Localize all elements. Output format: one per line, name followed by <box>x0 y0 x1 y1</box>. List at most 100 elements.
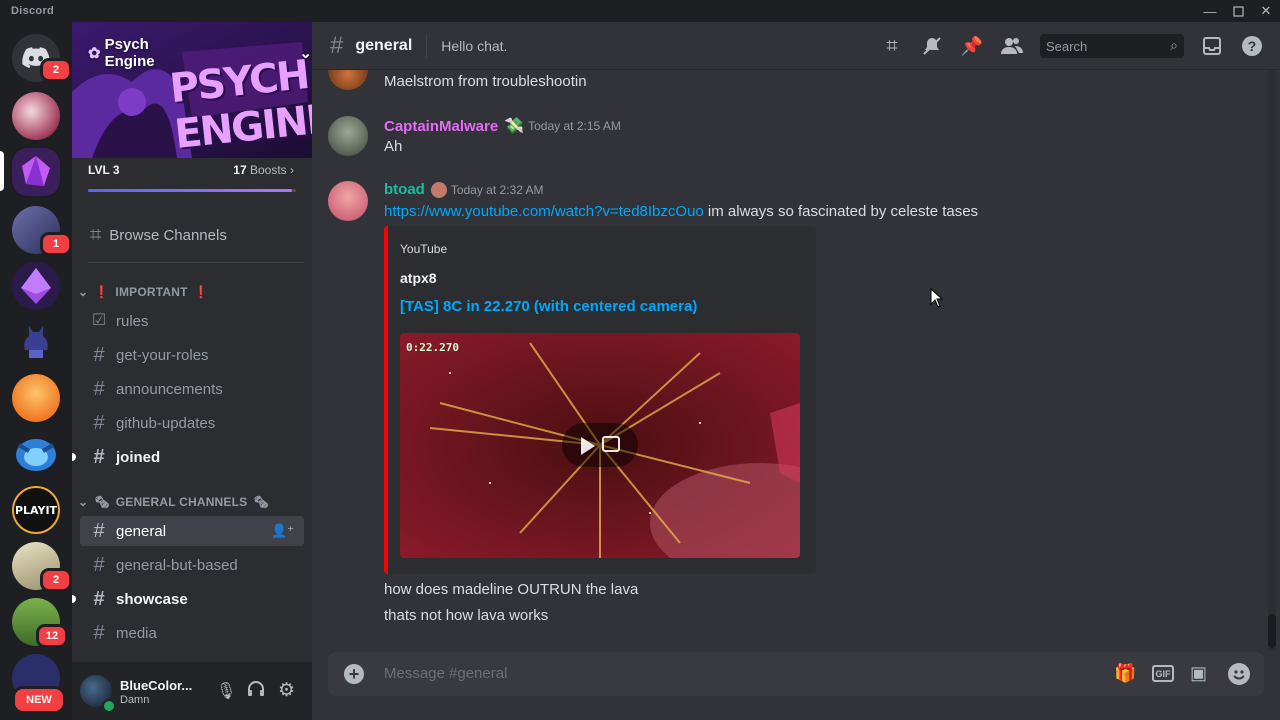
channel-label: rules <box>116 312 149 330</box>
unread-indicator <box>72 453 76 461</box>
emoji-icon[interactable] <box>1228 663 1250 685</box>
message-text: Ah <box>384 138 403 155</box>
hash-icon: # <box>93 588 105 610</box>
browse-channels-button[interactable]: ⌗ Browse Channels <box>80 220 304 250</box>
embed-provider[interactable]: YouTube <box>400 242 447 256</box>
message-text: how does madeline OUTRUN the lava <box>384 581 639 598</box>
crystal-icon <box>22 156 50 186</box>
category-label: IMPORTANT <box>115 285 188 299</box>
hash-icon: # <box>330 31 344 59</box>
server-icon-psych-engine[interactable] <box>12 148 60 196</box>
avatar[interactable] <box>328 181 368 221</box>
channel-rules[interactable]: ☑ rules <box>80 306 304 336</box>
channel-topic[interactable]: Hello chat. <box>441 38 507 54</box>
newspaper-icon: 🗞 <box>253 495 269 509</box>
new-badge[interactable]: NEW <box>12 686 66 714</box>
category-general-channels[interactable]: ⌄ 🗞 GENERAL CHANNELS 🗞 <box>78 495 269 509</box>
channel-joined[interactable]: # joined <box>80 442 304 472</box>
inbox-icon[interactable] <box>1200 34 1224 58</box>
message-author[interactable]: btoad <box>384 181 425 198</box>
avatar[interactable] <box>328 70 368 90</box>
server-icon[interactable] <box>12 92 60 140</box>
exclamation-icon: ❗ <box>94 285 110 299</box>
channel-browse-icon: ⌗ <box>90 223 102 246</box>
hash-icon: # <box>93 622 105 644</box>
channel-label: general-but-based <box>116 556 238 574</box>
channel-label: github-updates <box>116 414 216 432</box>
sticker-icon[interactable]: ▣ <box>1190 663 1207 684</box>
hash-icon: # <box>93 378 105 400</box>
channel-get-your-roles[interactable]: # get-your-roles <box>80 340 304 370</box>
gift-icon[interactable]: 🎁 <box>1114 663 1136 684</box>
search-input[interactable]: Search ⌕ <box>1040 34 1184 58</box>
channel-label: get-your-roles <box>116 346 209 364</box>
scrollbar-thumb[interactable] <box>1268 614 1276 648</box>
headphones-icon[interactable] <box>246 679 266 704</box>
message-author[interactable]: CaptainMalware <box>384 118 498 135</box>
hash-icon: # <box>93 344 105 366</box>
server-name: Psych Engine <box>104 36 155 70</box>
chevron-down-icon: ⌄ <box>299 45 312 62</box>
rules-checkbox-icon: ☑ <box>91 312 107 329</box>
add-attachment-icon[interactable]: + <box>344 664 364 684</box>
server-icon[interactable] <box>12 262 60 310</box>
boost-progress-bar <box>88 189 296 192</box>
title-bar: Discord — ✕ <box>0 0 1280 22</box>
microphone-icon[interactable]: 🎙 <box>216 681 236 701</box>
channel-label: joined <box>116 448 161 466</box>
category-important[interactable]: ⌄ ❗ IMPORTANT ❗ <box>78 285 209 299</box>
video-thumbnail[interactable]: 0:22.270 <box>400 333 800 558</box>
message-link[interactable]: https://www.youtube.com/watch?v=ted8Ibzc… <box>384 203 704 220</box>
threads-icon[interactable]: ⌗ <box>880 34 904 58</box>
scrollbar[interactable] <box>1268 70 1276 650</box>
settings-gear-icon[interactable]: ⚙ <box>278 679 295 702</box>
pin-icon[interactable]: 📌 <box>960 34 984 58</box>
server-icon[interactable] <box>12 430 60 478</box>
username[interactable]: BlueColor... <box>120 678 192 693</box>
boost-level: LVL 3 <box>88 163 120 177</box>
svg-text:?: ? <box>1248 38 1257 54</box>
mouse-cursor-icon <box>930 288 944 308</box>
server-name-button[interactable]: ✿ Psych Engine ⌄ <box>88 36 312 70</box>
timestamp: Today at 2:32 AM <box>450 182 544 197</box>
server-icon[interactable] <box>12 318 60 366</box>
hash-icon: # <box>93 412 105 434</box>
hash-icon: # <box>93 520 105 542</box>
boost-count[interactable]: 17 Boosts › <box>233 163 294 177</box>
message-composer[interactable]: + Message #general 🎁 GIF ▣ <box>328 652 1264 696</box>
youtube-embed: YouTube atpx8 [TAS] 8C in 22.270 (with c… <box>384 226 816 574</box>
channel-github-updates[interactable]: # github-updates <box>80 408 304 438</box>
gif-icon[interactable]: GIF <box>1152 665 1174 682</box>
newspaper-icon: 🗞 <box>94 495 110 509</box>
exclamation-icon: ❗ <box>193 285 209 299</box>
server-icon-playit[interactable]: PLAYIT <box>12 486 60 534</box>
timestamp: Today at 2:15 AM <box>528 119 621 133</box>
channel-sidebar: PSYCH ENGINE ✿ Psych Engine ⌄ LVL 3 17 B… <box>72 22 312 720</box>
divider <box>426 33 428 58</box>
embed-title[interactable]: [TAS] 8C in 22.270 (with centered camera… <box>400 298 697 315</box>
channel-general[interactable]: # general 👤⁺ <box>80 516 304 546</box>
embed-author[interactable]: atpx8 <box>400 270 437 286</box>
server-icon[interactable] <box>12 374 60 422</box>
member-list-icon[interactable] <box>1000 34 1024 58</box>
message-text: Maelstrom from troubleshootin <box>384 73 587 90</box>
channel-general-but-based[interactable]: # general-but-based <box>80 550 304 580</box>
server-guide-icon: ✿ <box>88 45 101 62</box>
help-icon[interactable]: ? <box>1240 34 1264 58</box>
avatar[interactable] <box>328 116 368 156</box>
channel-announcements[interactable]: # announcements <box>80 374 304 404</box>
user-panel: BlueColor... Damn 🎙 ⚙ <box>72 662 312 720</box>
message-input[interactable]: Message #general <box>384 665 507 682</box>
channel-media[interactable]: # media <box>80 618 304 648</box>
close-icon[interactable]: ✕ <box>1250 0 1280 22</box>
hash-icon: # <box>93 446 105 468</box>
unread-indicator <box>72 595 76 603</box>
server-rail: 2 1 PLAYIT 2 12 NEW <box>0 22 72 720</box>
server-badge: 2 <box>40 568 72 592</box>
channel-label: media <box>116 624 157 642</box>
channel-label: announcements <box>116 380 223 398</box>
notification-mute-icon[interactable] <box>920 34 944 58</box>
search-placeholder: Search <box>1046 38 1088 54</box>
invite-icon[interactable]: 👤⁺ <box>271 523 294 539</box>
channel-showcase[interactable]: # showcase <box>80 584 304 614</box>
